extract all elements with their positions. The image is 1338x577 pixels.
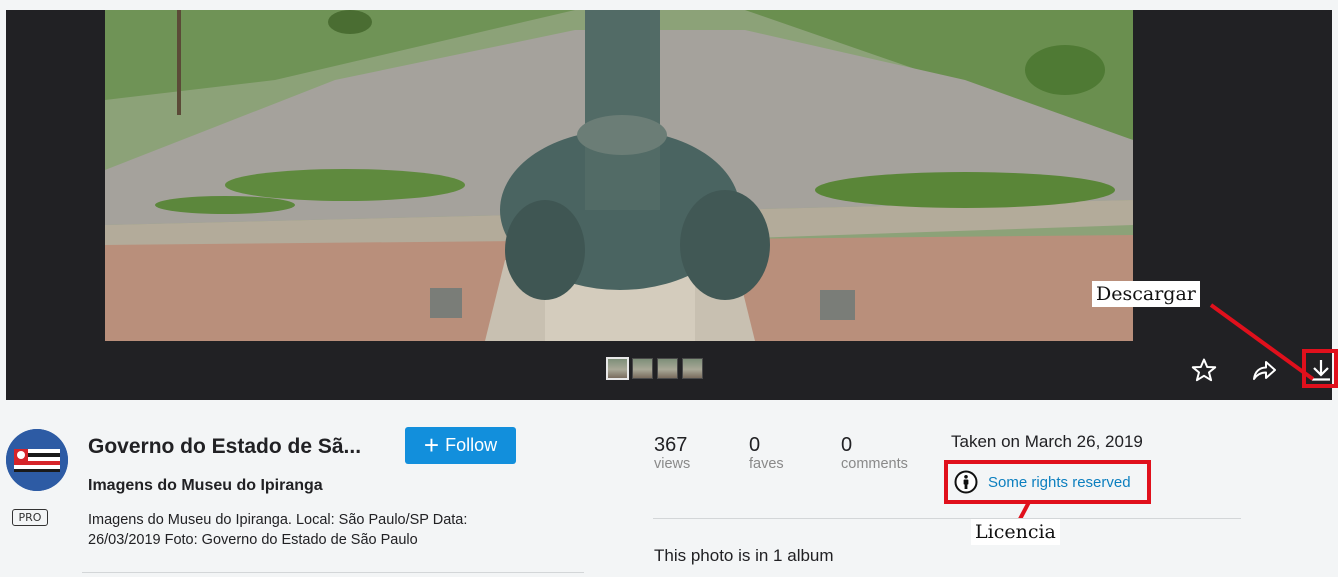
license-text: Some rights reserved xyxy=(988,473,1131,491)
plus-icon: + xyxy=(423,429,440,460)
download-highlight-box xyxy=(1302,349,1338,388)
stat-label: views xyxy=(654,456,691,472)
pro-badge: PRO xyxy=(12,509,48,526)
stat-views: 367 views xyxy=(654,434,690,472)
thumbnail[interactable] xyxy=(606,357,629,380)
follow-button[interactable]: + Follow xyxy=(405,427,516,464)
stat-value: 0 xyxy=(749,434,761,456)
main-photo[interactable] xyxy=(105,10,1133,341)
monument-photo-image xyxy=(105,10,1133,341)
star-icon[interactable] xyxy=(1189,358,1219,382)
divider xyxy=(653,518,1241,519)
thumbnail[interactable] xyxy=(632,358,653,379)
creative-commons-by-icon xyxy=(954,470,978,494)
license-link[interactable]: Some rights reserved xyxy=(954,470,1131,494)
thumbnail[interactable] xyxy=(657,358,678,379)
photo-stage xyxy=(6,10,1332,400)
stat-faves: 0 faves xyxy=(749,434,784,472)
author-name[interactable]: Governo do Estado de Sã... xyxy=(88,435,361,459)
sao-paulo-flag-icon xyxy=(6,429,68,491)
license-annotation-label: Licencia xyxy=(971,519,1060,545)
photo-description: Imagens do Museu do Ipiranga. Local: São… xyxy=(88,512,468,548)
author-avatar[interactable] xyxy=(6,429,68,491)
download-annotation-label: Descargar xyxy=(1092,281,1200,307)
thumbnail[interactable] xyxy=(682,358,703,379)
photo-title: Imagens do Museu do Ipiranga xyxy=(88,477,323,494)
photo-thumbnail-strip xyxy=(606,357,703,380)
stat-value: 367 xyxy=(654,434,688,456)
divider xyxy=(82,572,584,573)
date-taken[interactable]: Taken on March 26, 2019 xyxy=(951,432,1143,452)
stat-value: 0 xyxy=(841,434,853,456)
follow-label: Follow xyxy=(445,435,498,455)
share-arrow-icon[interactable] xyxy=(1249,358,1279,382)
stat-comments: 0 comments xyxy=(841,434,908,472)
album-info[interactable]: This photo is in 1 album xyxy=(654,546,834,566)
stat-label: comments xyxy=(841,456,908,472)
stat-label: faves xyxy=(749,456,784,472)
